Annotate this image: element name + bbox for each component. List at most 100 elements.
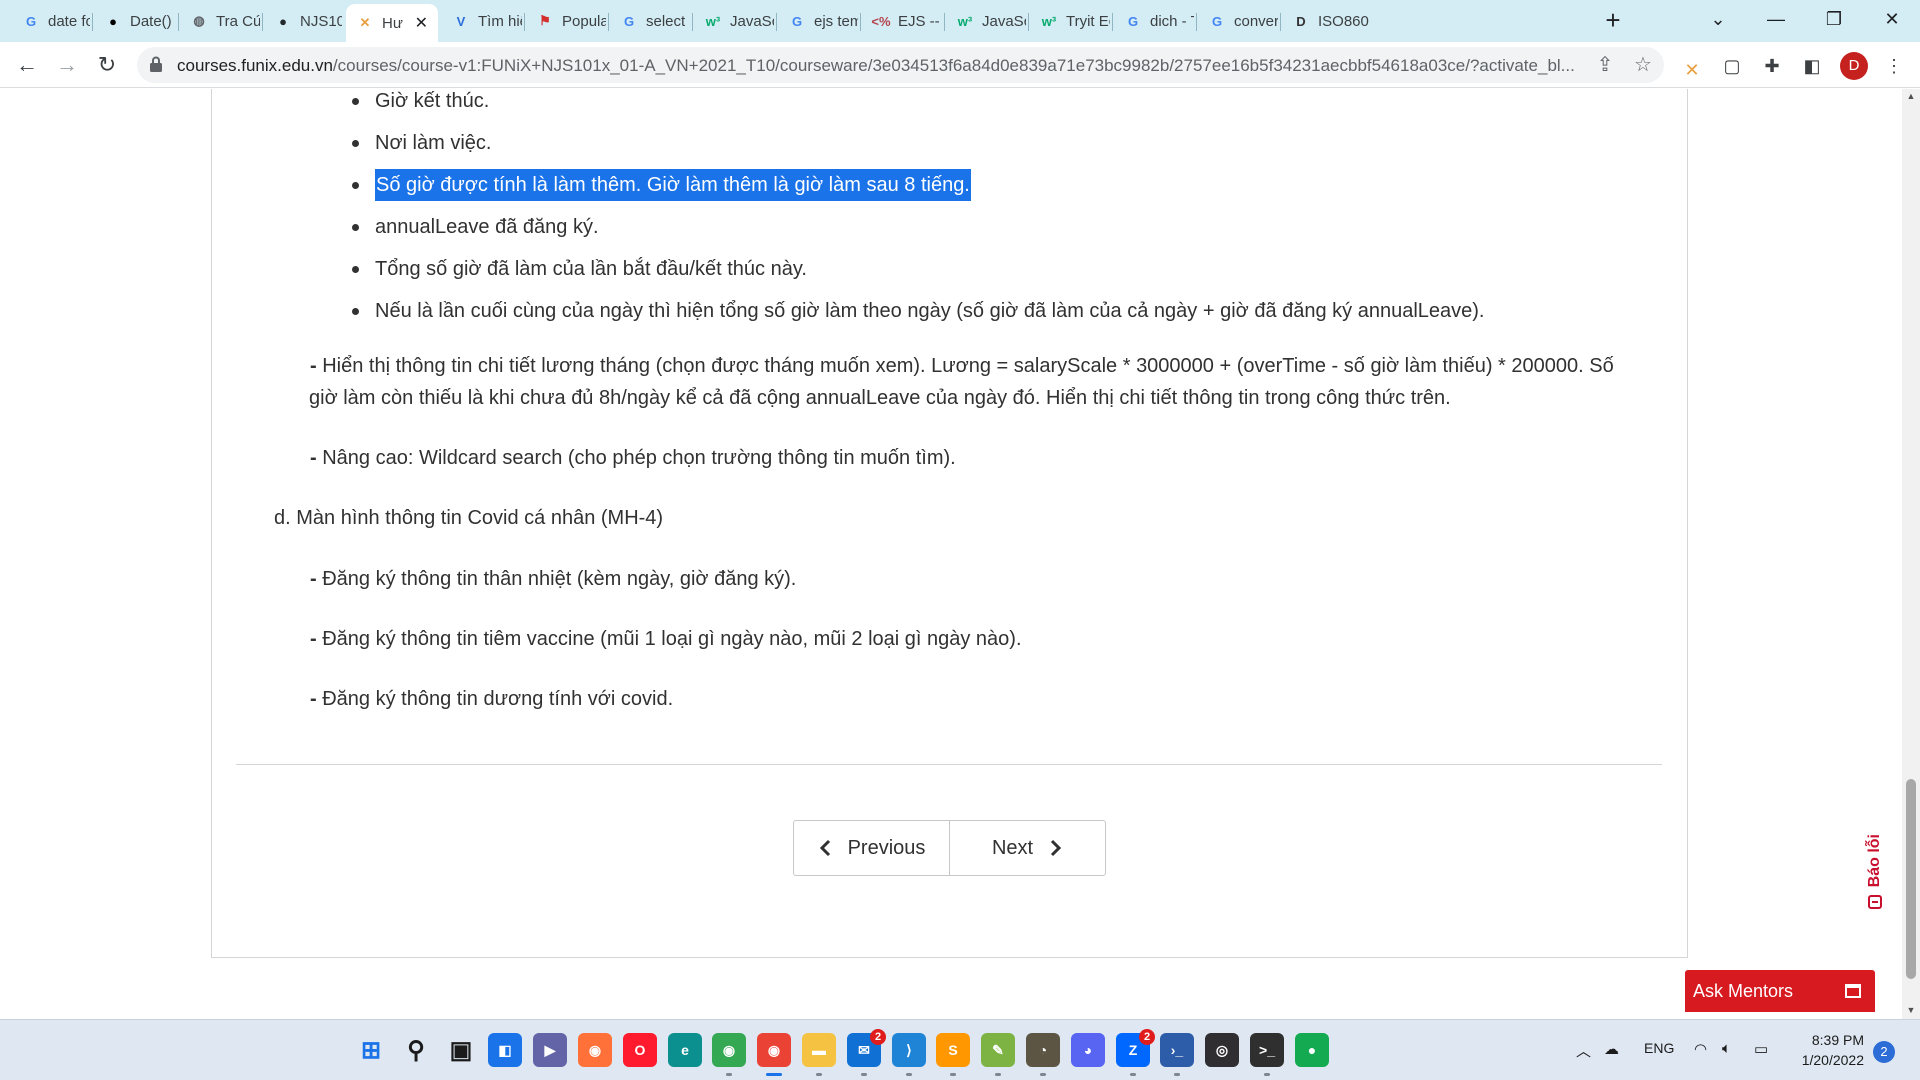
powershell-icon[interactable]: ›_ <box>1160 1033 1194 1067</box>
start-icon[interactable]: ⊞ <box>354 1033 388 1067</box>
browser-tab[interactable]: ● Date() - <box>94 6 176 36</box>
browser-tab[interactable]: ✕ Hư ✕ <box>346 4 438 42</box>
browser-tab[interactable]: V Tìm hiể <box>442 6 522 36</box>
list-item-text: Tổng số giờ đã làm của lần bắt đầu/kết t… <box>375 258 807 280</box>
forward-icon[interactable]: → <box>52 50 82 80</box>
selected-text[interactable]: Số giờ được tính là làm thêm. Giờ làm th… <box>375 169 971 201</box>
system-clock[interactable]: 8:39 PM 1/20/2022 <box>1782 1030 1864 1070</box>
scrollbar-thumb[interactable] <box>1906 779 1916 979</box>
chrome-icon[interactable]: ◉ <box>712 1033 746 1067</box>
wifi-icon[interactable]: ◠ <box>1694 1040 1707 1058</box>
chat-minimize-icon[interactable] <box>1845 984 1861 998</box>
browser-tab[interactable]: w³ JavaScr <box>694 6 774 36</box>
back-icon[interactable]: ← <box>12 50 42 80</box>
zalo-icon[interactable]: Z2 <box>1116 1029 1155 1067</box>
next-button[interactable]: Next <box>949 821 1105 875</box>
volume-icon[interactable]: 🔈︎ <box>1722 1040 1731 1057</box>
browser-tab[interactable]: D ISO860 <box>1282 6 1374 36</box>
tray-overflow-icon[interactable]: ︿ <box>1576 1040 1591 1061</box>
advanced-text: Nâng cao: Wildcard search (cho phép chọn… <box>322 447 956 469</box>
covid-item: - Đăng ký thông tin thân nhiệt (kèm ngày… <box>310 563 1670 595</box>
browser-tab[interactable]: Gdich - T <box>1114 6 1194 36</box>
browser-tab[interactable]: w³ JavaScr <box>946 6 1026 36</box>
browser-toolbar: ← → ↻ courses.funix.edu.vn/courses/cours… <box>0 42 1920 88</box>
url-text[interactable]: courses.funix.edu.vn/courses/course-v1:F… <box>177 56 1577 76</box>
scroll-up-icon[interactable]: ▲ <box>1906 91 1916 101</box>
running-indicator <box>1130 1073 1136 1076</box>
bullet-dot <box>352 139 359 147</box>
minimize-icon[interactable]: — <box>1748 0 1804 40</box>
tab-separator <box>92 13 93 31</box>
browser-tab[interactable]: Gdate fo <box>12 6 90 36</box>
report-error-button[interactable]: Báo lỗi <box>1862 834 1888 924</box>
chevron-right-icon <box>1051 839 1062 857</box>
battery-icon[interactable]: ▭ <box>1754 1040 1768 1058</box>
vscode-icon[interactable]: ⟩ <box>892 1033 926 1067</box>
edge-icon[interactable]: e <box>668 1033 702 1067</box>
browser-tab[interactable]: <% EJS -- E <box>862 6 942 36</box>
language-indicator[interactable]: ENG <box>1644 1040 1674 1056</box>
dash: - <box>310 688 317 710</box>
doc-icon: D <box>1296 13 1306 29</box>
browser-tab[interactable]: Gconver <box>1198 6 1278 36</box>
file-explorer-icon[interactable]: ▬ <box>802 1033 836 1067</box>
tab-title: Tryit Ec <box>1066 12 1110 30</box>
ask-mentors-button[interactable]: Ask Mentors <box>1685 970 1875 1012</box>
gimp-icon[interactable]: ◔ <box>1026 1033 1060 1067</box>
browser-menu-icon[interactable]: ⋮ <box>1880 52 1908 80</box>
chevron-left-icon <box>819 839 830 857</box>
page-scrollbar[interactable]: ▲ ▼ <box>1902 89 1920 1019</box>
extensions-puzzle-icon[interactable]: ✚ <box>1758 52 1786 80</box>
bookmark-star-icon[interactable]: ☆ <box>1631 53 1655 77</box>
browser-tab[interactable]: w³ Tryit Ec <box>1030 6 1110 36</box>
scroll-down-icon[interactable]: ▼ <box>1906 1005 1916 1015</box>
notification-badge[interactable]: 2 <box>1873 1041 1895 1063</box>
widgets-icon[interactable]: ◧ <box>488 1033 522 1067</box>
task-view-icon[interactable]: ▣ <box>444 1033 478 1067</box>
reload-icon[interactable]: ↻ <box>92 50 122 80</box>
onedrive-icon[interactable]: ☁ <box>1604 1040 1619 1058</box>
tab-separator <box>524 13 525 31</box>
side-panel-icon[interactable]: ◧ <box>1798 52 1826 80</box>
close-tab-icon[interactable]: ✕ <box>415 13 428 33</box>
restore-icon[interactable]: ❐ <box>1806 0 1862 40</box>
address-bar[interactable]: courses.funix.edu.vn/courses/course-v1:F… <box>137 47 1664 83</box>
tab-search-icon[interactable]: ⌄ <box>1690 0 1746 40</box>
tab-title: Tìm hiể <box>478 12 522 30</box>
profile-avatar[interactable]: D <box>1840 52 1868 80</box>
sublime-icon[interactable]: S <box>936 1033 970 1067</box>
browser-tab[interactable]: Gselect r <box>610 6 690 36</box>
chrome-profile-icon[interactable]: ◉ <box>757 1033 791 1067</box>
browser-tab[interactable]: ⚑ Popula <box>526 6 606 36</box>
list-item-text: Nếu là lần cuối cùng của ngày thì hiện t… <box>375 300 1485 322</box>
discord-icon[interactable]: ◕ <box>1071 1033 1105 1067</box>
new-tab-button[interactable]: + <box>1598 6 1628 36</box>
ask-mentors-label: Ask Mentors <box>1693 980 1794 1001</box>
running-indicator <box>816 1073 822 1076</box>
tab-separator <box>1112 13 1113 31</box>
tab-separator <box>262 13 263 31</box>
firefox-icon[interactable]: ◉ <box>578 1033 612 1067</box>
browser-tab[interactable]: ◍ Tra Cứu <box>180 6 260 36</box>
google-icon: G <box>1211 13 1223 29</box>
app-badge: 2 <box>1139 1029 1155 1045</box>
funix-extension-icon[interactable]: ✕ <box>1678 56 1706 84</box>
covid-item: - Đăng ký thông tin tiêm vaccine (mũi 1 … <box>310 623 1670 655</box>
close-window-icon[interactable]: ✕ <box>1864 0 1920 40</box>
notepad-icon[interactable]: ✎ <box>981 1033 1015 1067</box>
share-icon[interactable]: ⇪ <box>1593 53 1617 77</box>
browser-tab[interactable]: ● NJS101 <box>264 6 342 36</box>
extension-placeholder-icon[interactable]: ▢ <box>1718 52 1746 80</box>
search-icon[interactable]: ⚲ <box>399 1033 433 1067</box>
opera-icon[interactable]: O <box>623 1033 657 1067</box>
teams-chat-icon[interactable]: ▶ <box>533 1033 567 1067</box>
previous-button[interactable]: Previous <box>794 821 949 875</box>
page-viewport: Giờ kết thúc. Nơi làm việc. Số giờ được … <box>0 89 1902 1019</box>
obs-icon[interactable]: ◎ <box>1205 1033 1239 1067</box>
mongodb-icon[interactable]: ● <box>1295 1033 1329 1067</box>
covid-item-text: Đăng ký thông tin dương tính với covid. <box>322 688 674 710</box>
running-indicator <box>906 1073 912 1076</box>
mail-icon[interactable]: ✉ 2 <box>847 1029 886 1067</box>
browser-tab[interactable]: Gejs tem <box>778 6 858 36</box>
terminal-icon[interactable]: >_ <box>1250 1033 1284 1067</box>
